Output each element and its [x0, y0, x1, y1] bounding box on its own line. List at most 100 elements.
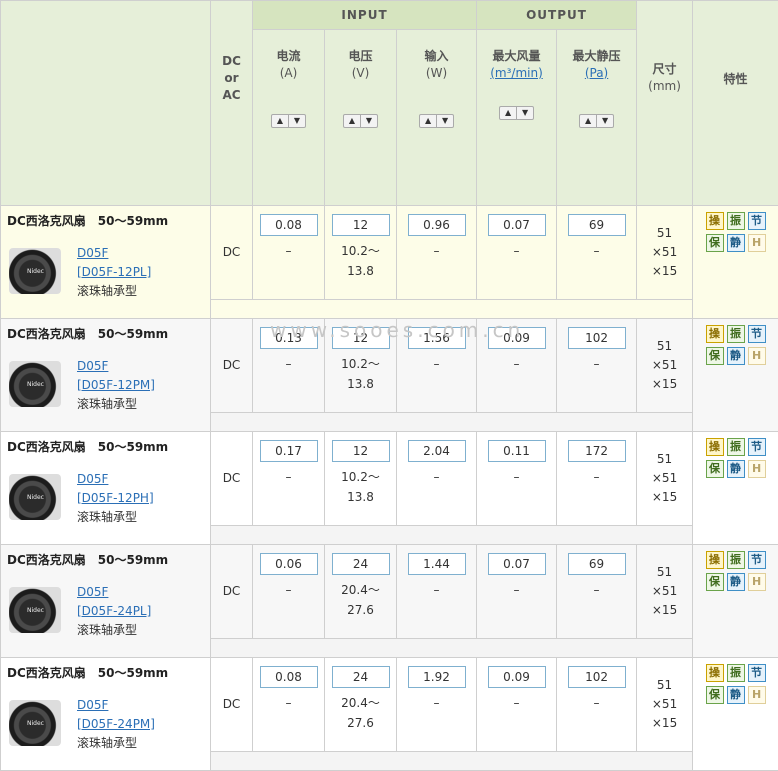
airflow-cell: 0.07– [477, 545, 557, 639]
protection-badge[interactable]: 保 [706, 234, 724, 252]
series-link[interactable]: D05F [77, 244, 151, 263]
energy-saving-badge[interactable]: 节 [748, 438, 766, 456]
sort-desc-icon[interactable]: ▼ [596, 115, 613, 127]
pressure-cell: 102– [557, 658, 637, 752]
input-group-header: INPUT [253, 1, 477, 30]
fan-product-image[interactable]: Nidec [9, 474, 61, 520]
protection-badge[interactable]: 保 [706, 686, 724, 704]
vibration-badge[interactable]: 振 [727, 438, 745, 456]
operation-badge[interactable]: 操 [706, 325, 724, 343]
energy-saving-badge[interactable]: 节 [748, 212, 766, 230]
sort-asc-icon[interactable]: ▲ [272, 115, 288, 127]
voltage-value: 24 [332, 553, 390, 575]
sort-control[interactable]: ▲▼ [419, 114, 454, 128]
h-badge[interactable]: H [748, 573, 766, 591]
quiet-badge[interactable]: 静 [727, 460, 745, 478]
airflow-cell: 0.09– [477, 658, 557, 752]
product-cell: DC西洛克风扇 50〜59mm Nidec D05F [D05F-12PH] 滚… [1, 432, 211, 545]
quiet-badge[interactable]: 静 [727, 347, 745, 365]
bearing-type: 滚珠轴承型 [77, 736, 137, 750]
pressure-cell: 172– [557, 432, 637, 526]
model-link[interactable]: [D05F-12PL] [77, 263, 151, 282]
current-cell: 0.06– [253, 545, 325, 639]
h-badge[interactable]: H [748, 347, 766, 365]
current-header: 电流(A)▲▼ [253, 29, 325, 205]
power-cell: 1.92– [397, 658, 477, 752]
quiet-badge[interactable]: 静 [727, 686, 745, 704]
sort-asc-icon[interactable]: ▲ [344, 115, 360, 127]
airflow-value: 0.11 [488, 440, 546, 462]
operation-badge[interactable]: 操 [706, 212, 724, 230]
power-header: 输入(W)▲▼ [397, 29, 477, 205]
protection-badge[interactable]: 保 [706, 573, 724, 591]
table-row: DC西洛克风扇 50〜59mm Nidec D05F [D05F-24PL] 滚… [1, 545, 778, 639]
sort-control[interactable]: ▲▼ [271, 114, 306, 128]
series-link[interactable]: D05F [77, 470, 154, 489]
operation-badge[interactable]: 操 [706, 551, 724, 569]
sort-desc-icon[interactable]: ▼ [516, 107, 533, 119]
product-cell: DC西洛克风扇 50〜59mm Nidec D05F [D05F-24PL] 滚… [1, 545, 211, 658]
vibration-badge[interactable]: 振 [727, 551, 745, 569]
vibration-badge[interactable]: 振 [727, 212, 745, 230]
airflow-value: 0.07 [488, 553, 546, 575]
dc-ac-cell: DC [211, 206, 253, 300]
fan-product-image[interactable]: Nidec [9, 361, 61, 407]
airflow-value: 0.07 [488, 214, 546, 236]
sort-desc-icon[interactable]: ▼ [288, 115, 305, 127]
sort-control[interactable]: ▲▼ [343, 114, 378, 128]
pressure-cell: 69– [557, 545, 637, 639]
size-cell: 51×51×15 [637, 658, 693, 752]
h-badge[interactable]: H [748, 234, 766, 252]
voltage-cell: 1210.2〜13.8 [325, 206, 397, 300]
quiet-badge[interactable]: 静 [727, 234, 745, 252]
voltage-cell: 2420.4〜27.6 [325, 658, 397, 752]
h-badge[interactable]: H [748, 460, 766, 478]
fan-product-image[interactable]: Nidec [9, 248, 61, 294]
energy-saving-badge[interactable]: 节 [748, 325, 766, 343]
voltage-value: 12 [332, 214, 390, 236]
sort-control[interactable]: ▲▼ [579, 114, 614, 128]
size-cell: 51×51×15 [637, 206, 693, 300]
sort-desc-icon[interactable]: ▼ [436, 115, 453, 127]
features-cell: 操 振 节 保 静 H [693, 545, 778, 658]
voltage-value: 24 [332, 666, 390, 688]
name-header [1, 1, 211, 206]
fan-product-image[interactable]: Nidec [9, 700, 61, 746]
model-link[interactable]: [D05F-12PM] [77, 376, 155, 395]
sort-asc-icon[interactable]: ▲ [580, 115, 596, 127]
fan-product-image[interactable]: Nidec [9, 587, 61, 633]
series-link[interactable]: D05F [77, 357, 155, 376]
pressure-value: 102 [568, 666, 626, 688]
pressure-unit-link[interactable]: (Pa) [557, 65, 636, 82]
sort-asc-icon[interactable]: ▲ [420, 115, 436, 127]
energy-saving-badge[interactable]: 节 [748, 551, 766, 569]
protection-badge[interactable]: 保 [706, 460, 724, 478]
model-link[interactable]: [D05F-12PH] [77, 489, 154, 508]
series-link[interactable]: D05F [77, 583, 151, 602]
power-cell: 0.96– [397, 206, 477, 300]
size-header: 尺寸(mm) [637, 1, 693, 206]
model-link[interactable]: [D05F-24PL] [77, 602, 151, 621]
protection-badge[interactable]: 保 [706, 347, 724, 365]
product-cell: DC西洛克风扇 50〜59mm Nidec D05F [D05F-12PM] 滚… [1, 319, 211, 432]
sort-control[interactable]: ▲▼ [499, 106, 534, 120]
current-value: 0.08 [260, 666, 318, 688]
dc-ac-cell: DC [211, 545, 253, 639]
size-cell: 51×51×15 [637, 319, 693, 413]
h-badge[interactable]: H [748, 686, 766, 704]
dc-ac-header: DC or AC [211, 1, 253, 206]
power-cell: 2.04– [397, 432, 477, 526]
model-link[interactable]: [D05F-24PM] [77, 715, 155, 734]
features-cell: 操 振 节 保 静 H [693, 432, 778, 545]
product-name: DC西洛克风扇 50〜59mm [7, 551, 204, 568]
sort-desc-icon[interactable]: ▼ [360, 115, 377, 127]
operation-badge[interactable]: 操 [706, 438, 724, 456]
quiet-badge[interactable]: 静 [727, 573, 745, 591]
voltage-cell: 2420.4〜27.6 [325, 545, 397, 639]
sort-asc-icon[interactable]: ▲ [500, 107, 516, 119]
airflow-value: 0.09 [488, 666, 546, 688]
airflow-unit-link[interactable]: (m³/min) [477, 65, 556, 82]
series-link[interactable]: D05F [77, 696, 155, 715]
vibration-badge[interactable]: 振 [727, 325, 745, 343]
features-cell: 操 振 节 保 静 H [693, 658, 778, 771]
